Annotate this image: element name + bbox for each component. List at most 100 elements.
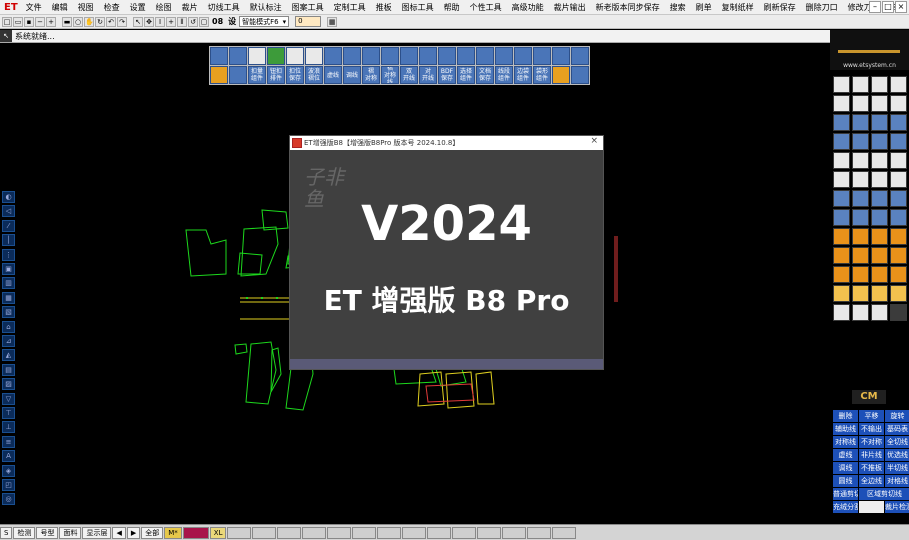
shape-icon[interactable]: ◭	[2, 349, 15, 362]
minimize-button[interactable]: –	[869, 1, 881, 13]
vertical-line-icon[interactable]: │	[2, 234, 15, 247]
size-slot[interactable]	[277, 526, 302, 539]
pattern-tool-button[interactable]	[571, 66, 589, 84]
right-tool-icon[interactable]	[871, 247, 888, 264]
right-tool-icon[interactable]	[890, 190, 907, 207]
menu-item[interactable]: 定制工具	[329, 2, 371, 13]
bottom-bar-item[interactable]: 显示层	[82, 526, 112, 539]
right-tool-icon[interactable]	[852, 190, 869, 207]
box-icon[interactable]: ▣	[2, 263, 15, 275]
pattern-tool-icon[interactable]	[324, 47, 342, 65]
line-type-button[interactable]: 不对称	[859, 436, 884, 448]
open-folder-icon[interactable]: ▭	[13, 16, 23, 27]
menu-item[interactable]: 删除刀口	[801, 2, 843, 13]
right-tool-icon[interactable]	[833, 190, 850, 207]
menu-item[interactable]: 图标工具	[397, 2, 439, 13]
right-tool-icon[interactable]	[833, 247, 850, 264]
size-slot[interactable]	[377, 526, 402, 539]
undo-icon[interactable]: ↶	[106, 16, 116, 27]
pattern-tool-icon[interactable]	[343, 47, 361, 65]
size-slot[interactable]	[227, 526, 252, 539]
right-tool-icon[interactable]	[833, 152, 850, 169]
size-slot[interactable]	[402, 526, 427, 539]
pattern-tool-button[interactable]: 线段 组件	[495, 66, 513, 84]
right-tool-icon[interactable]	[890, 76, 907, 93]
menu-item[interactable]: 检查	[99, 2, 125, 13]
right-tool-icon[interactable]	[833, 209, 850, 226]
pattern-tool-icon[interactable]	[362, 47, 380, 65]
pattern-tool-button[interactable]: 钮扣 排件	[267, 66, 285, 84]
size-slot[interactable]	[327, 526, 352, 539]
right-tool-icon[interactable]	[871, 304, 888, 321]
mode-select[interactable]: 智能模式F6 ▾	[239, 16, 290, 27]
menu-item[interactable]: 裁片输出	[549, 2, 591, 13]
pattern-tool-button[interactable]	[229, 66, 247, 84]
bottom-bar-item[interactable]: 全部	[141, 526, 164, 539]
toolbar-label-settings[interactable]: 设	[226, 16, 238, 27]
bottom-bar-item[interactable]: M*	[164, 526, 182, 539]
size-slot[interactable]	[527, 526, 552, 539]
size-slot[interactable]	[352, 526, 377, 539]
size-slot[interactable]	[427, 526, 452, 539]
right-tool-icon[interactable]	[833, 171, 850, 188]
line-type-button[interactable]: 半切线	[885, 462, 909, 474]
right-tool-icon[interactable]	[871, 228, 888, 245]
menu-item[interactable]: 刷新保存	[759, 2, 801, 13]
pattern-tool-button[interactable]: BDF 保存	[438, 66, 456, 84]
pattern-tool-icon[interactable]	[419, 47, 437, 65]
tool-button[interactable]: 裁片检测	[885, 501, 909, 513]
right-tool-icon[interactable]	[871, 95, 888, 112]
cut-line-button[interactable]: 普通剪切线	[833, 488, 858, 500]
menu-item[interactable]: 设置	[125, 2, 151, 13]
pattern-tool-icon[interactable]	[495, 47, 513, 65]
pattern-tool-icon[interactable]	[457, 47, 475, 65]
size-slot[interactable]	[452, 526, 477, 539]
redo-icon[interactable]: ↷	[117, 16, 127, 27]
menu-item[interactable]: 高级功能	[507, 2, 549, 13]
cursor-icon[interactable]: I	[155, 16, 165, 27]
pattern-tool-icon[interactable]	[400, 47, 418, 65]
pattern-tool-button[interactable]: 波浪 褶位	[305, 66, 323, 84]
zoom-in-icon[interactable]: +	[46, 16, 56, 27]
tool-button[interactable]	[859, 501, 884, 513]
size-slot[interactable]	[302, 526, 327, 539]
line-type-button[interactable]: 调线	[833, 462, 858, 474]
right-tool-icon[interactable]	[890, 304, 907, 321]
pattern-tool-button[interactable]: 调线	[343, 66, 361, 84]
pattern-tool-button[interactable]: 选择 组件	[457, 66, 475, 84]
hatch-icon[interactable]: ▧	[2, 306, 15, 319]
right-tool-icon[interactable]	[890, 171, 907, 188]
right-tool-icon[interactable]	[852, 171, 869, 188]
new-file-icon[interactable]: □	[2, 16, 12, 27]
right-tool-icon[interactable]	[833, 76, 850, 93]
pattern-tool-button[interactable]	[210, 66, 228, 84]
line-type-button[interactable]: 基码表	[885, 423, 909, 435]
menu-item[interactable]: 裁片	[177, 2, 203, 13]
pattern-tool-button[interactable]: 扣位 保存	[286, 66, 304, 84]
vertical-split-icon[interactable]: ⫴	[177, 16, 187, 27]
grid2-icon[interactable]: ▦	[2, 291, 15, 304]
size-slot[interactable]	[477, 526, 502, 539]
right-tool-icon[interactable]	[890, 285, 907, 302]
pattern-tool-button[interactable]: 褶 对称线	[381, 66, 399, 84]
right-tool-icon[interactable]	[871, 190, 888, 207]
pattern-tool-icon[interactable]	[286, 47, 304, 65]
pattern-tool-icon[interactable]	[438, 47, 456, 65]
bottom-icon[interactable]: ⊥	[2, 421, 15, 434]
unit-cm-label[interactable]: CM	[852, 390, 886, 404]
align-icon[interactable]: ≡	[2, 435, 15, 448]
close-button[interactable]: ×	[895, 1, 907, 13]
toolbar-label-08[interactable]: 08	[210, 17, 225, 26]
measure-icon[interactable]: ◐	[2, 191, 15, 203]
menu-item[interactable]: 帮助	[439, 2, 465, 13]
box-icon[interactable]: ▢	[199, 16, 209, 27]
pattern-tool-button[interactable]: 扣量 组件	[248, 66, 266, 84]
tool-button[interactable]: 充绒分割	[833, 501, 858, 513]
pattern-tool-button[interactable]	[552, 66, 570, 84]
select-arrow-icon[interactable]: ↖	[133, 16, 143, 27]
target-icon[interactable]: ◎	[2, 493, 15, 506]
menu-item[interactable]: 绘图	[151, 2, 177, 13]
right-tool-icon[interactable]	[890, 95, 907, 112]
top-icon[interactable]: ⊤	[2, 407, 15, 419]
right-tool-icon[interactable]	[852, 266, 869, 283]
